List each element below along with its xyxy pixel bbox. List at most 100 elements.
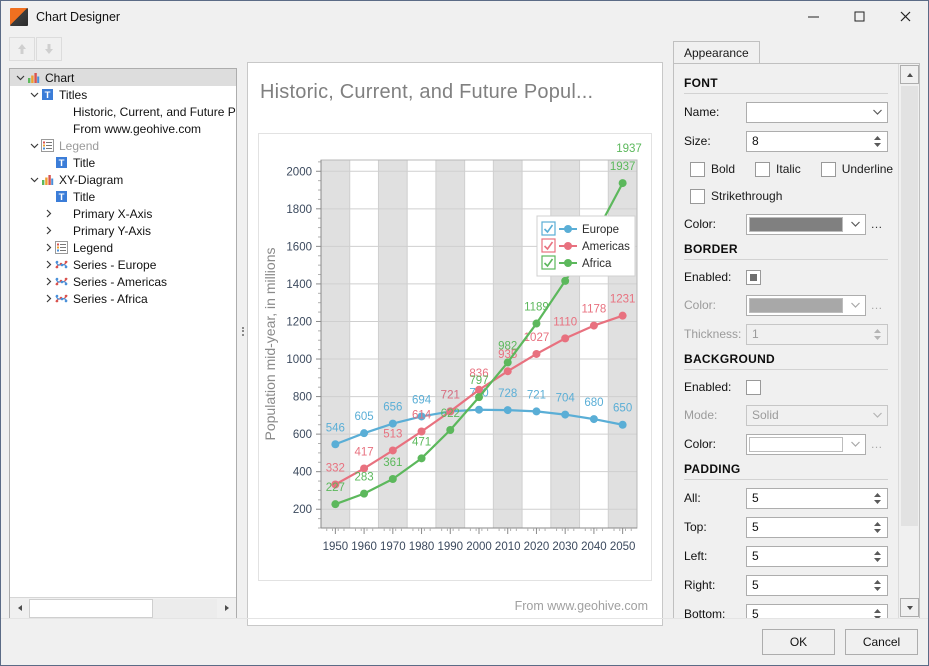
border-enabled-checkbox[interactable] — [746, 269, 761, 285]
properties-vertical-scrollbar[interactable] — [898, 64, 919, 618]
spinner-arrows-icon[interactable] — [871, 133, 884, 150]
tree-item-label: Series - Africa — [73, 291, 148, 306]
svg-text:2030: 2030 — [552, 541, 578, 553]
italic-label: Italic — [776, 162, 801, 176]
tree-horizontal-scrollbar[interactable] — [10, 597, 236, 618]
minimize-icon[interactable] — [790, 1, 836, 32]
chevron-down-icon[interactable] — [873, 406, 882, 425]
border-color-picker[interactable] — [746, 294, 866, 316]
underline-checkbox[interactable] — [820, 161, 836, 177]
tree-item-series-americas[interactable]: Series - Americas — [10, 273, 236, 290]
padding-all-stepper[interactable]: 5 — [746, 487, 888, 509]
tree-item-legend[interactable]: Legend — [10, 239, 236, 256]
padding-right-stepper[interactable]: 5 — [746, 574, 888, 596]
properties-panel-body: FONT Name: Size: 8 Bold Italic Underline… — [673, 63, 920, 619]
bold-checkbox[interactable] — [690, 161, 705, 177]
chevron-down-icon[interactable] — [28, 175, 41, 184]
chevron-right-icon[interactable] — [42, 209, 55, 218]
tree-item-primary-x-axis[interactable]: Primary X-Axis — [10, 205, 236, 222]
tree-item-label: XY-Diagram — [59, 172, 124, 187]
spinner-arrows-icon[interactable] — [871, 490, 884, 507]
svg-text:332: 332 — [326, 462, 345, 474]
tree-item-title[interactable]: T Title — [10, 188, 236, 205]
padding-bottom-stepper[interactable]: 5 — [746, 603, 888, 618]
background-color-swatch[interactable] — [749, 436, 843, 452]
underline-checkbox-group[interactable]: Underline — [815, 161, 893, 177]
tab-appearance[interactable]: Appearance — [673, 41, 760, 64]
tree-item-titles[interactable]: T Titles — [10, 86, 236, 103]
chevron-right-icon[interactable] — [42, 260, 55, 269]
chevron-down-icon[interactable] — [873, 103, 882, 122]
series-icon — [55, 258, 70, 271]
font-name-combobox[interactable] — [746, 101, 888, 123]
tree-item-title[interactable]: T Title — [10, 154, 236, 171]
font-color-picker[interactable] — [746, 213, 866, 235]
chevron-right-icon[interactable] — [42, 294, 55, 303]
border-color-swatch[interactable] — [749, 297, 843, 313]
chart-plot: 200 400 600 800 1000 1200 1400 1600 1800 2000 1950… — [259, 134, 651, 580]
ok-button[interactable]: OK — [762, 629, 835, 655]
padding-left-stepper[interactable]: 5 — [746, 545, 888, 567]
dialog-footer: OK Cancel — [762, 629, 918, 655]
tree-item-historic-current-and-future-popu[interactable]: Historic, Current, and Future Popu — [10, 103, 236, 120]
chevron-right-icon[interactable] — [42, 243, 55, 252]
close-icon[interactable] — [882, 1, 928, 32]
tree-item-label: Series - Europe — [73, 257, 157, 272]
scroll-left-arrow-icon[interactable] — [10, 599, 29, 618]
background-enabled-checkbox[interactable] — [746, 379, 761, 395]
strikethrough-checkbox[interactable] — [690, 188, 705, 204]
font-color-more-button[interactable]: … — [866, 217, 888, 231]
spinner-arrows-icon[interactable] — [871, 326, 884, 343]
tree-view[interactable]: Chart T Titles Historic, Current, and Futur… — [9, 68, 237, 619]
chevron-down-icon[interactable] — [845, 215, 865, 234]
padding-bottom-row: Bottom: 5 — [684, 603, 888, 618]
strikethrough-checkbox-group[interactable]: Strikethrough — [684, 188, 782, 204]
border-color-more-button[interactable]: … — [866, 298, 888, 312]
chevron-down-icon[interactable] — [14, 73, 27, 82]
tree-item-legend[interactable]: Legend — [10, 137, 236, 154]
background-color-more-button[interactable]: … — [866, 437, 888, 451]
move-up-arrow-icon[interactable] — [9, 37, 35, 61]
padding-top-stepper[interactable]: 5 — [746, 516, 888, 538]
tree-item-xy-diagram[interactable]: XY-Diagram — [10, 171, 236, 188]
chevron-down-icon[interactable] — [845, 296, 865, 315]
scroll-up-arrow-icon[interactable] — [900, 65, 919, 84]
panel-splitter[interactable] — [238, 61, 247, 601]
chevron-down-icon[interactable] — [845, 435, 865, 454]
svg-text:680: 680 — [584, 397, 603, 409]
spinner-arrows-icon[interactable] — [871, 519, 884, 536]
font-color-swatch[interactable] — [749, 216, 843, 232]
tree-item-primary-y-axis[interactable]: Primary Y-Axis — [10, 222, 236, 239]
text-icon: T — [41, 88, 56, 101]
chevron-down-icon[interactable] — [28, 90, 41, 99]
spinner-arrows-icon[interactable] — [871, 606, 884, 618]
spinner-arrows-icon[interactable] — [871, 577, 884, 594]
tree-item-series-europe[interactable]: Series - Europe — [10, 256, 236, 273]
bold-checkbox-group[interactable]: Bold — [684, 161, 735, 177]
chevron-down-icon[interactable] — [28, 141, 41, 150]
tree-item-chart[interactable]: Chart — [10, 69, 236, 86]
hscroll-track[interactable] — [29, 598, 217, 618]
cancel-button[interactable]: Cancel — [845, 629, 918, 655]
padding-section-heading: PADDING — [684, 462, 741, 476]
italic-checkbox[interactable] — [755, 161, 771, 177]
border-thickness-stepper[interactable]: 1 — [746, 323, 888, 345]
scroll-down-arrow-icon[interactable] — [900, 598, 919, 617]
move-down-arrow-icon[interactable] — [36, 37, 62, 61]
maximize-icon[interactable] — [836, 1, 882, 32]
background-mode-combobox[interactable]: Solid — [746, 404, 888, 426]
chevron-right-icon[interactable] — [42, 277, 55, 286]
vscroll-thumb[interactable] — [901, 86, 918, 526]
text-icon: T — [55, 156, 70, 169]
tree-item-from-www-geohive-com[interactable]: From www.geohive.com — [10, 120, 236, 137]
svg-text:T: T — [59, 158, 65, 169]
background-color-picker[interactable] — [746, 433, 866, 455]
tree-item-series-africa[interactable]: Series - Africa — [10, 290, 236, 307]
chevron-right-icon[interactable] — [42, 226, 55, 235]
font-size-stepper[interactable]: 8 — [746, 130, 888, 152]
spinner-arrows-icon[interactable] — [871, 548, 884, 565]
italic-checkbox-group[interactable]: Italic — [749, 161, 801, 177]
svg-text:704: 704 — [556, 393, 576, 405]
hscroll-thumb[interactable] — [29, 598, 154, 618]
scroll-right-arrow-icon[interactable] — [217, 599, 236, 618]
